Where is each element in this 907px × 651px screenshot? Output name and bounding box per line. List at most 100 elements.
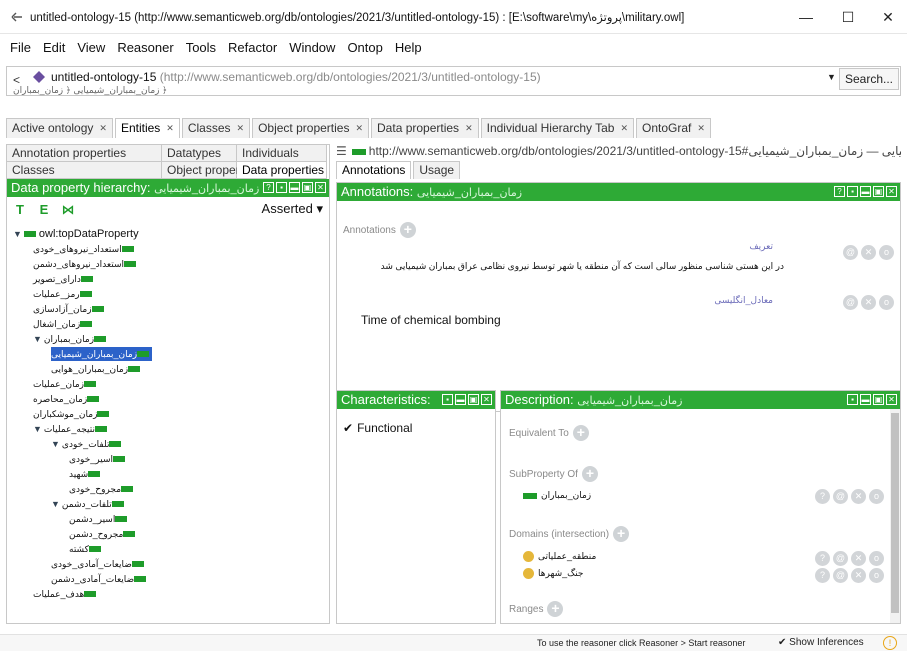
tab-annotations[interactable]: Annotations — [336, 161, 412, 179]
search-button[interactable]: Search... — [839, 68, 899, 90]
split-view-icon[interactable]: ▬ — [860, 186, 871, 197]
tab-usage[interactable]: Usage — [413, 161, 461, 179]
tree-node[interactable]: ضایعات_آمادی_خودی — [51, 557, 147, 571]
float-view-icon[interactable]: ▣ — [873, 186, 884, 197]
add-sibling-property-icon[interactable]: E — [35, 202, 53, 218]
annotation-edit-icon[interactable]: o — [879, 245, 894, 260]
item-info-icon[interactable]: @ — [833, 489, 848, 504]
tree-node[interactable]: ▼ تلفات_دشمن — [51, 497, 127, 511]
tree-node[interactable]: مجروح_دشمن — [69, 527, 138, 541]
tree-node[interactable]: شهید — [69, 467, 103, 481]
close-tab-icon[interactable]: ✕ — [237, 119, 245, 138]
tree-node[interactable]: زمان_موشکباران — [33, 407, 112, 421]
close-button[interactable]: ✕ — [868, 4, 907, 30]
tree-node[interactable]: زمان_بمباران_هوایی — [51, 362, 143, 376]
split-view-icon[interactable]: ▬ — [289, 182, 300, 193]
subtab-data-properties[interactable]: Data properties — [237, 162, 327, 179]
item-help-icon[interactable]: ? — [815, 489, 830, 504]
item-edit-icon[interactable]: o — [869, 551, 884, 566]
expand-toggle-icon[interactable]: ▼ — [33, 332, 42, 346]
annotation-info-icon[interactable]: @ — [843, 295, 858, 310]
domain-item[interactable]: جنگ_شهرها — [523, 568, 583, 579]
tree-node[interactable]: ▼ تلفات_خودی — [51, 437, 124, 451]
menu-file[interactable]: File — [4, 36, 37, 60]
close-tab-icon[interactable]: ✕ — [166, 119, 174, 138]
asserted-dropdown[interactable]: Asserted ▾ — [262, 201, 323, 217]
show-inferences-checkbox[interactable]: ✔ Show Inferences — [778, 637, 864, 648]
tab-individual-hierarchy[interactable]: Individual Hierarchy Tab ✕ — [480, 118, 635, 138]
warning-icon[interactable]: ! — [883, 636, 897, 650]
tree-node[interactable]: رمز_عملیات — [33, 287, 95, 301]
annotation-edit-icon[interactable]: o — [879, 295, 894, 310]
close-tab-icon[interactable]: ✕ — [697, 119, 705, 138]
expand-toggle-icon[interactable]: ▼ — [51, 497, 60, 511]
functional-checkbox[interactable]: ✔ Functional — [343, 421, 412, 435]
item-info-icon[interactable]: @ — [833, 568, 848, 583]
tree-node[interactable]: اسیر_خودی — [69, 452, 128, 466]
description-scrollbar[interactable] — [890, 409, 900, 623]
search-dropdown-icon[interactable]: ▼ — [827, 72, 836, 82]
subtab-individuals[interactable]: Individuals — [237, 145, 327, 162]
add-superproperty-icon[interactable]: + — [581, 466, 598, 482]
annotation-info-icon[interactable]: @ — [843, 245, 858, 260]
expand-toggle-icon[interactable]: ▼ — [51, 437, 60, 451]
item-delete-icon[interactable]: ✕ — [851, 568, 866, 583]
expand-toggle-icon[interactable]: ▼ — [13, 227, 22, 241]
close-tab-icon[interactable]: ✕ — [620, 119, 628, 138]
item-help-icon[interactable]: ? — [815, 568, 830, 583]
tree-node[interactable]: مجروح_خودی — [69, 482, 136, 496]
maximize-button[interactable]: ☐ — [828, 4, 868, 30]
item-edit-icon[interactable]: o — [869, 568, 884, 583]
tree-node[interactable]: ▼ زمان_بمباران — [33, 332, 109, 346]
close-view-icon[interactable]: ✕ — [315, 182, 326, 193]
pin-view-icon[interactable]: ▪ — [847, 394, 858, 405]
close-view-icon[interactable]: ✕ — [481, 394, 492, 405]
menu-ontop[interactable]: Ontop — [341, 36, 388, 60]
split-view-icon[interactable]: ▬ — [860, 394, 871, 405]
split-view-icon[interactable]: ▬ — [455, 394, 466, 405]
tab-ontograf[interactable]: OntoGraf ✕ — [636, 118, 711, 138]
close-view-icon[interactable]: ✕ — [886, 394, 897, 405]
tree-node[interactable]: استعداد_نیروهای_دشمن — [33, 257, 139, 271]
menu-view[interactable]: View — [71, 36, 111, 60]
menu-window[interactable]: Window — [283, 36, 341, 60]
item-edit-icon[interactable]: o — [869, 489, 884, 504]
tree-node-selected[interactable]: زمان_بمباران_شیمیایی — [51, 347, 153, 361]
pin-view-icon[interactable]: ▪ — [276, 182, 287, 193]
tree-node[interactable]: ▼ owl:topDataProperty — [13, 227, 139, 241]
add-subproperty-icon[interactable]: T — [11, 202, 29, 218]
menu-refactor[interactable]: Refactor — [222, 36, 283, 60]
close-tab-icon[interactable]: ✕ — [465, 119, 473, 138]
add-annotation-icon[interactable]: + — [399, 222, 416, 238]
minimize-button[interactable]: — — [786, 4, 826, 30]
tree-node[interactable]: کشته — [69, 542, 104, 556]
help-view-icon[interactable]: ? — [834, 186, 845, 197]
pin-view-icon[interactable]: ▪ — [847, 186, 858, 197]
tree-node[interactable]: ضایعات_آمادی_دشمن — [51, 572, 149, 586]
menu-tools[interactable]: Tools — [180, 36, 222, 60]
float-view-icon[interactable]: ▣ — [873, 394, 884, 405]
item-delete-icon[interactable]: ✕ — [851, 551, 866, 566]
menu-reasoner[interactable]: Reasoner — [111, 36, 179, 60]
tree-node[interactable]: زمان_محاصره — [33, 392, 102, 406]
menu-help[interactable]: Help — [389, 36, 428, 60]
float-view-icon[interactable]: ▣ — [302, 182, 313, 193]
tree-node[interactable]: ▼ نتیجه_عملیات — [33, 422, 110, 436]
item-info-icon[interactable]: @ — [833, 551, 848, 566]
annotation-delete-icon[interactable]: ✕ — [861, 295, 876, 310]
tree-node[interactable]: هدف_عملیات — [33, 587, 99, 601]
tree-node[interactable]: استعداد_نیروهای_خودی — [33, 242, 137, 256]
annotation-property[interactable]: تعریف — [373, 241, 773, 252]
superproperty-item[interactable]: زمان_بمباران — [523, 490, 591, 501]
subtab-classes[interactable]: Classes — [7, 162, 162, 179]
domain-item[interactable]: منطقه_عملیاتی — [523, 551, 596, 562]
menu-edit[interactable]: Edit — [37, 36, 71, 60]
pin-view-icon[interactable]: ▪ — [442, 394, 453, 405]
help-view-icon[interactable]: ? — [263, 182, 274, 193]
tree-node[interactable]: زمان_اشغال — [33, 317, 95, 331]
add-range-icon[interactable]: + — [547, 601, 564, 617]
tree-node[interactable]: اسیر_دشمن — [69, 512, 130, 526]
tab-active-ontology[interactable]: Active ontology ✕ — [6, 118, 113, 138]
add-domain-icon[interactable]: + — [613, 526, 630, 542]
float-view-icon[interactable]: ▣ — [468, 394, 479, 405]
